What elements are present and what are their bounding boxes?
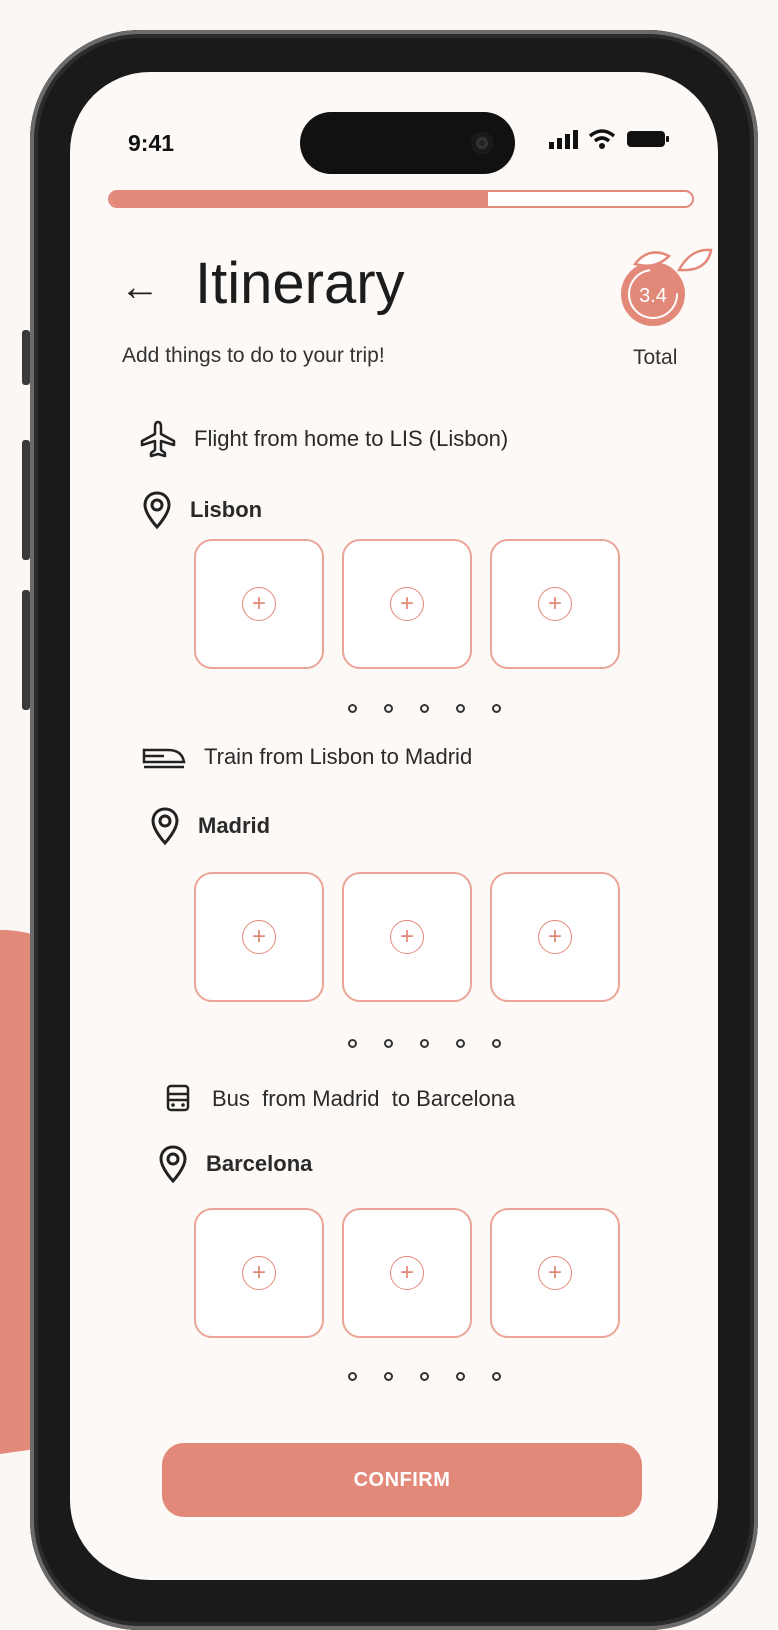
pagination-dots (348, 1039, 501, 1048)
page-dot[interactable] (492, 1372, 501, 1381)
add-activity-card[interactable]: + (490, 1208, 620, 1338)
add-activity-card[interactable]: + (194, 872, 324, 1002)
status-time: 9:41 (128, 130, 175, 156)
score-label: Total (633, 346, 678, 369)
progress-fill (110, 192, 489, 206)
phone-frame: 9:41 ← Itinerary Add things to do to you… (30, 30, 758, 1630)
side-button-volume-up (22, 440, 30, 560)
city-lisbon: Lisbon (142, 490, 262, 530)
city-name: Madrid (198, 813, 271, 838)
page-dot[interactable] (492, 1039, 501, 1048)
pagination-dots (348, 704, 501, 713)
location-pin-icon (158, 1144, 188, 1184)
plus-circle-icon: + (242, 1256, 276, 1290)
status-icons (548, 128, 670, 155)
trip-progress-bar (108, 190, 694, 208)
score-badge: 3.4 (615, 242, 718, 332)
page-dot[interactable] (456, 704, 465, 713)
dynamic-island (300, 112, 515, 174)
plus-circle-icon: + (390, 587, 424, 621)
page-dot[interactable] (420, 1372, 429, 1381)
add-activity-card[interactable]: + (194, 539, 324, 669)
add-activity-card[interactable]: + (194, 1208, 324, 1338)
plus-circle-icon: + (538, 1256, 572, 1290)
flight-label: Flight from home to LIS (Lisbon) (194, 426, 509, 451)
page-dot[interactable] (420, 1039, 429, 1048)
add-activity-card[interactable]: + (342, 872, 472, 1002)
page-title: Itinerary (195, 251, 405, 316)
madrid-activity-slots: + + + (194, 872, 620, 1002)
confirm-button[interactable]: CONFIRM (162, 1443, 642, 1517)
page-subtitle: Add things to do to your trip! (122, 344, 385, 367)
side-button-volume-down (22, 590, 30, 710)
page-dot[interactable] (492, 704, 501, 713)
score-value: 3.4 (639, 285, 667, 307)
city-name: Lisbon (190, 497, 263, 522)
side-button-action (22, 330, 30, 385)
wifi-icon (588, 128, 616, 155)
lisbon-activity-slots: + + + (194, 539, 620, 669)
bus-label: Bus from Madrid to Barcelona (212, 1086, 516, 1111)
train-label: Train from Lisbon to Madrid (204, 744, 473, 769)
add-activity-card[interactable]: + (490, 872, 620, 1002)
page-dot[interactable] (420, 704, 429, 713)
segment-bus: Bus from Madrid to Barcelona (166, 1084, 515, 1114)
segment-train: Train from Lisbon to Madrid (142, 744, 472, 770)
train-icon (142, 744, 186, 770)
page-dot[interactable] (348, 704, 357, 713)
bus-icon (166, 1084, 190, 1114)
screen: 9:41 ← Itinerary Add things to do to you… (70, 72, 718, 1580)
page-dot[interactable] (456, 1039, 465, 1048)
plus-circle-icon: + (390, 1256, 424, 1290)
pagination-dots (348, 1372, 501, 1381)
plus-circle-icon: + (538, 920, 572, 954)
page-dot[interactable] (456, 1372, 465, 1381)
camera-icon (471, 132, 493, 154)
plus-circle-icon: + (538, 587, 572, 621)
barcelona-activity-slots: + + + (194, 1208, 620, 1338)
plus-circle-icon: + (390, 920, 424, 954)
city-name: Barcelona (206, 1151, 313, 1176)
battery-icon (626, 129, 670, 154)
page-dot[interactable] (384, 704, 393, 713)
city-madrid: Madrid (150, 806, 270, 846)
page-dot[interactable] (348, 1039, 357, 1048)
orange-icon: 3.4 (621, 248, 713, 326)
page-dot[interactable] (384, 1039, 393, 1048)
plus-circle-icon: + (242, 920, 276, 954)
add-activity-card[interactable]: + (342, 1208, 472, 1338)
segment-flight: Flight from home to LIS (Lisbon) (138, 419, 508, 459)
add-activity-card[interactable]: + (490, 539, 620, 669)
signal-icon (548, 129, 578, 154)
airplane-icon (138, 419, 178, 459)
add-activity-card[interactable]: + (342, 539, 472, 669)
location-pin-icon (150, 806, 180, 846)
city-barcelona: Barcelona (158, 1144, 312, 1184)
location-pin-icon (142, 490, 172, 530)
page-dot[interactable] (384, 1372, 393, 1381)
page-dot[interactable] (348, 1372, 357, 1381)
plus-circle-icon: + (242, 587, 276, 621)
back-button[interactable]: ← (120, 267, 160, 307)
